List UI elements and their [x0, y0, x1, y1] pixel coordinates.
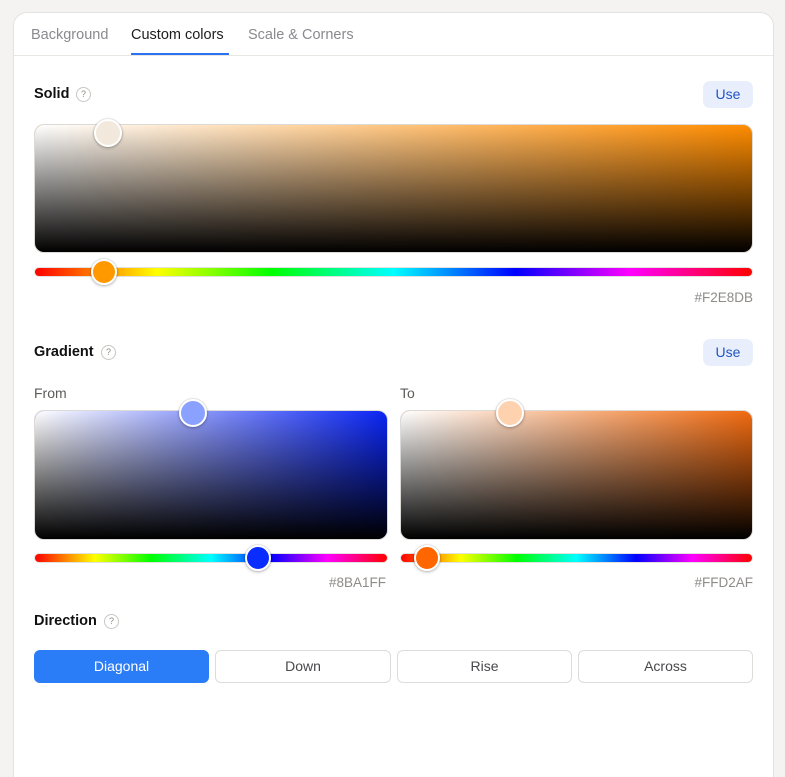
direction-title: Direction	[34, 613, 97, 629]
direction-across-button[interactable]: Across	[578, 650, 753, 683]
gradient-to-saturation-value-picker[interactable]	[400, 410, 753, 540]
solid-saturation-value-picker[interactable]	[34, 124, 753, 253]
direction-help-icon[interactable]: ?	[104, 614, 119, 629]
gradient-to-color-handle[interactable]	[496, 399, 524, 427]
direction-rise-button[interactable]: Rise	[397, 650, 572, 683]
gradient-from-hue-handle[interactable]	[245, 545, 271, 571]
tab-scale-corners[interactable]: Scale & Corners	[248, 27, 354, 43]
direction-diagonal-button[interactable]: Diagonal	[34, 650, 209, 683]
gradient-from-label: From	[34, 385, 67, 401]
gradient-to-label: To	[400, 385, 415, 401]
solid-use-button[interactable]: Use	[703, 81, 753, 108]
tab-background[interactable]: Background	[31, 27, 108, 43]
solid-hue-handle[interactable]	[91, 259, 117, 285]
solid-help-icon[interactable]: ?	[76, 87, 91, 102]
active-tab-indicator	[131, 53, 229, 55]
gradient-help-icon[interactable]: ?	[101, 345, 116, 360]
tab-custom-colors[interactable]: Custom colors	[131, 27, 224, 43]
solid-hue-slider[interactable]	[34, 267, 753, 277]
gradient-from-hue-slider[interactable]	[34, 553, 388, 563]
solid-title: Solid	[34, 86, 70, 102]
direction-down-button[interactable]: Down	[215, 650, 391, 683]
gradient-from-saturation-value-picker[interactable]	[34, 410, 388, 540]
gradient-from-hex-value: #8BA1FF	[328, 575, 386, 590]
gradient-title: Gradient	[34, 344, 94, 360]
solid-hex-value: #F2E8DB	[694, 290, 753, 305]
custom-colors-panel: Background Custom colors Scale & Corners…	[13, 12, 774, 777]
gradient-to-hue-slider[interactable]	[400, 553, 753, 563]
tab-bar: Background Custom colors Scale & Corners	[14, 13, 773, 56]
gradient-from-color-handle[interactable]	[179, 399, 207, 427]
gradient-to-hex-value: #FFD2AF	[694, 575, 753, 590]
solid-color-handle[interactable]	[94, 119, 122, 147]
gradient-use-button[interactable]: Use	[703, 339, 753, 366]
gradient-to-hue-handle[interactable]	[414, 545, 440, 571]
